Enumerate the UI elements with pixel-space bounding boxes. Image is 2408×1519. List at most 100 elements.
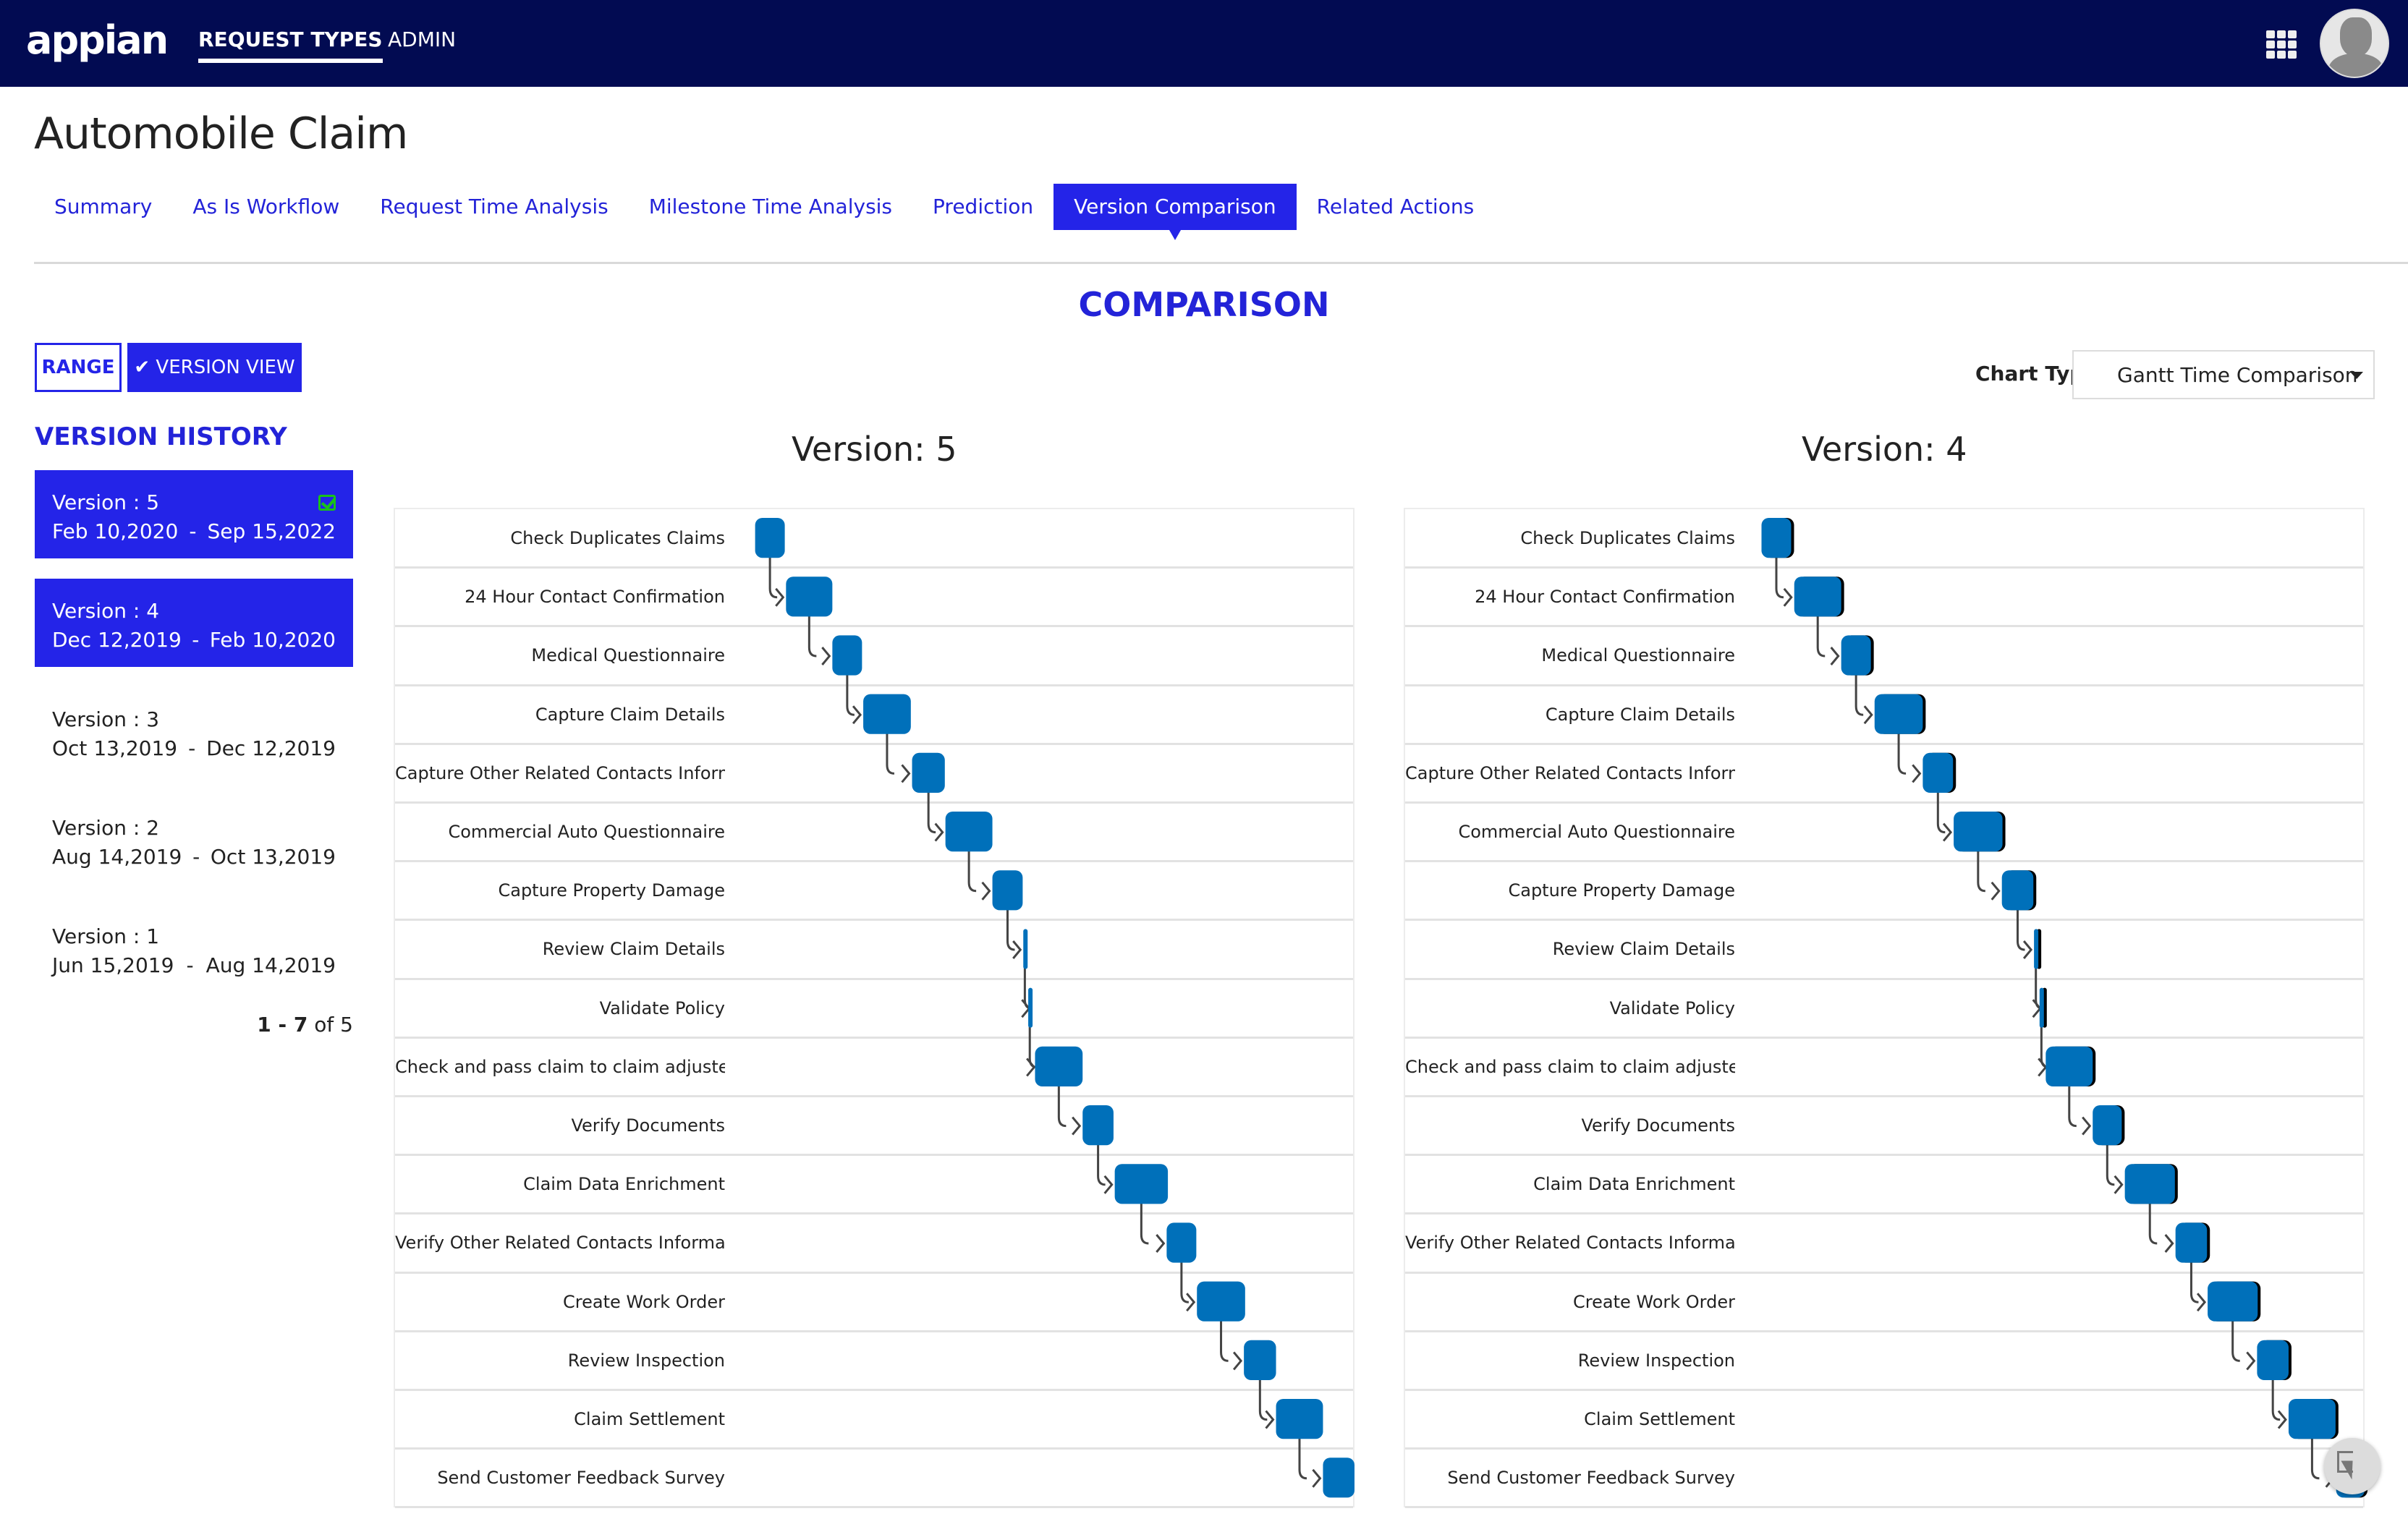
task-bar[interactable]	[1954, 812, 2003, 852]
nav-admin[interactable]: ADMIN	[388, 27, 456, 51]
task-bar[interactable]	[2175, 1222, 2208, 1263]
version-label: Version : 2	[52, 816, 160, 840]
version-history-item[interactable]: Version : 1 Jun 15,2019- Aug 14,2019	[35, 904, 353, 992]
tab-summary[interactable]: Summary	[34, 184, 172, 230]
tab-prediction[interactable]: Prediction	[912, 184, 1054, 230]
version-history-pager: 1 - 7 of 5	[35, 1013, 353, 1037]
page-title: Automobile Claim	[34, 109, 408, 159]
tab-as-is-workflow[interactable]: As Is Workflow	[172, 184, 360, 230]
select-element-button[interactable]	[2324, 1438, 2381, 1494]
task-bar[interactable]	[992, 870, 1023, 911]
task-bar[interactable]	[1023, 929, 1028, 969]
appian-logo[interactable]: appian	[26, 17, 169, 63]
apps-grid-icon[interactable]	[2266, 30, 2297, 59]
nav-request-types[interactable]: REQUEST TYPES	[198, 27, 383, 63]
task-bar[interactable]	[1028, 987, 1033, 1028]
task-bar[interactable]	[2045, 1046, 2093, 1086]
version-end-date: Aug 14,2019	[205, 953, 336, 977]
task-bar[interactable]	[912, 752, 945, 793]
task-bar[interactable]	[1244, 1340, 1276, 1380]
version-label: Version : 5	[52, 490, 160, 514]
version-start-date: Feb 10,2020	[52, 519, 179, 543]
task-bar[interactable]	[1761, 518, 1792, 558]
task-bar[interactable]	[832, 635, 862, 676]
dependency-connector	[1057, 1084, 1067, 1128]
date-separator: -	[189, 519, 197, 543]
task-bar[interactable]	[2288, 1399, 2336, 1439]
top-navigation-bar: appian REQUEST TYPES ADMIN	[0, 0, 2408, 87]
date-separator: -	[192, 628, 200, 652]
task-bar[interactable]	[1197, 1281, 1245, 1322]
task-bar[interactable]	[1276, 1399, 1323, 1439]
task-bar[interactable]	[1841, 635, 1871, 676]
task-bar[interactable]	[786, 576, 833, 617]
task-bar[interactable]	[2001, 870, 2034, 911]
dependency-arrowhead	[2164, 1234, 2174, 1253]
dependency-arrowhead	[1991, 881, 2001, 901]
dependency-connector	[1775, 555, 1784, 599]
checkbox-checked-icon	[318, 495, 336, 511]
user-avatar-icon[interactable]	[2320, 9, 2389, 78]
dependency-connector	[967, 848, 977, 893]
section-title: COMPARISON	[1078, 285, 1330, 324]
tab-version-comparison[interactable]: Version Comparison	[1054, 184, 1297, 240]
task-bar[interactable]	[2257, 1340, 2289, 1380]
dependency-connector	[2106, 1142, 2115, 1186]
dependency-connector	[1258, 1377, 1268, 1421]
chart-type-dropdown[interactable]: Gantt Time Comparison	[2072, 350, 2375, 399]
dependency-arrowhead	[1103, 1175, 1114, 1194]
dependency-connector	[1220, 1318, 1229, 1362]
version-view-button[interactable]: ✔ VERSION VIEW	[127, 343, 302, 392]
dependency-arrowhead	[1072, 1116, 1082, 1136]
dependency-connector	[1854, 672, 1864, 716]
dependency-connector	[846, 672, 855, 716]
version-history-item[interactable]: Version : 3 Oct 13,2019- Dec 12,2019	[35, 687, 353, 775]
tab-milestone-time-analysis[interactable]: Milestone Time Analysis	[629, 184, 912, 230]
version-start-date: Dec 12,2019	[52, 628, 182, 652]
dependency-connector	[807, 613, 817, 658]
version-history-item[interactable]: Version : 2 Aug 14,2019- Oct 13,2019	[35, 796, 353, 884]
task-bar[interactable]	[1874, 694, 1923, 734]
chart-title-version-4: Version: 4	[1802, 430, 1967, 469]
task-bar[interactable]	[1082, 1105, 1114, 1146]
tab-related-actions[interactable]: Related Actions	[1297, 184, 1495, 230]
tab-request-time-analysis[interactable]: Request Time Analysis	[360, 184, 628, 230]
dependency-arrowhead	[1312, 1468, 1322, 1488]
task-bar[interactable]	[2124, 1164, 2175, 1204]
task-bar[interactable]	[863, 694, 911, 734]
task-bar[interactable]	[1035, 1046, 1083, 1086]
chevron-down-icon	[2350, 372, 2363, 379]
version-start-date: Aug 14,2019	[52, 845, 182, 869]
task-bar[interactable]	[1166, 1222, 1197, 1263]
version-history-item[interactable]: Version : 4 Dec 12,2019- Feb 10,2020	[35, 579, 353, 667]
dependency-connector	[1298, 1436, 1307, 1480]
chart-title-version-5: Version: 5	[792, 430, 957, 469]
task-bar[interactable]	[1794, 576, 1841, 617]
date-separator: -	[188, 736, 196, 760]
version-start-date: Jun 15,2019	[52, 953, 174, 977]
record-tabs: Summary As Is Workflow Request Time Anal…	[34, 184, 1495, 240]
gantt-svg	[755, 518, 1354, 1498]
dependency-arrowhead	[1912, 764, 1922, 783]
task-bar[interactable]	[1323, 1458, 1354, 1498]
task-bar[interactable]	[755, 518, 785, 558]
pager-range: 1 - 7	[257, 1013, 308, 1037]
task-bar[interactable]	[2034, 929, 2039, 969]
dependency-arrowhead	[1232, 1351, 1243, 1371]
range-button[interactable]: RANGE	[35, 343, 122, 392]
task-bar[interactable]	[2208, 1281, 2258, 1322]
task-bar[interactable]	[2093, 1105, 2122, 1146]
task-bar[interactable]	[1114, 1164, 1169, 1204]
dependency-arrowhead	[821, 647, 831, 665]
gantt-chart-version-5: Check Duplicates Claims 24 Hour Contact C…	[394, 508, 1354, 1509]
dependency-arrowhead	[2082, 1116, 2092, 1136]
version-history-title: VERSION HISTORY	[35, 422, 287, 451]
task-bar[interactable]	[945, 812, 993, 852]
chart-type-selected-value: Gantt Time Comparison	[2117, 362, 2358, 387]
task-bar[interactable]	[1922, 752, 1954, 793]
version-history-item[interactable]: Version : 5 Feb 10,2020- Sep 15,2022	[35, 470, 353, 558]
task-bar[interactable]	[2039, 987, 2044, 1028]
dependency-arrowhead	[1830, 647, 1840, 665]
version-label: Version : 4	[52, 599, 160, 623]
dependency-arrowhead	[901, 764, 911, 783]
